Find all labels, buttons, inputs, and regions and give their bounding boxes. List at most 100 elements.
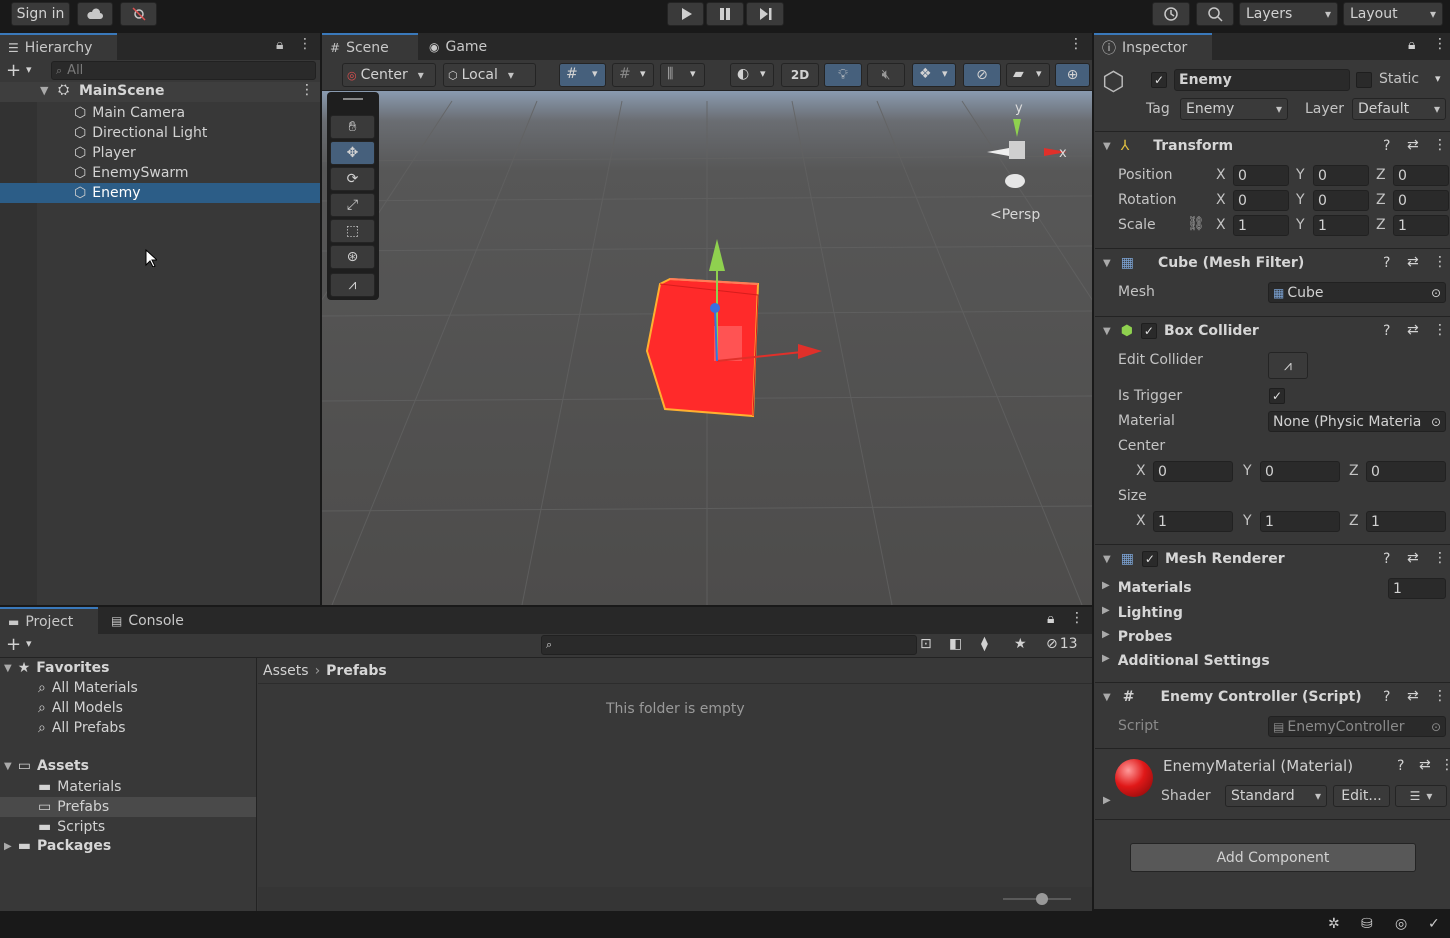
rotation-x-field[interactable]: 0 bbox=[1233, 190, 1289, 211]
search-icon[interactable] bbox=[1196, 2, 1234, 26]
position-x-field[interactable]: 0 bbox=[1233, 165, 1289, 186]
center-z-field[interactable]: 0 bbox=[1366, 461, 1446, 482]
layer-dropdown[interactable]: Default bbox=[1352, 98, 1446, 120]
rotate-tool[interactable]: ⟳ bbox=[330, 167, 375, 191]
grid-snap-button[interactable]: # ▾ bbox=[559, 63, 606, 87]
link-icon[interactable]: ⛓︎ bbox=[1187, 216, 1205, 232]
hand-tool[interactable]: ✋︎ bbox=[330, 115, 375, 139]
more-icon[interactable]: ⋮ bbox=[1433, 254, 1447, 270]
center-x-field[interactable]: 0 bbox=[1153, 461, 1233, 482]
preset-icon[interactable]: ⇄ bbox=[1419, 757, 1431, 773]
additional-settings-foldout[interactable]: ▶ Additional Settings bbox=[1102, 653, 1270, 669]
add-icon[interactable]: + bbox=[6, 60, 21, 81]
search-scope-icon[interactable]: ⊡ bbox=[920, 636, 932, 652]
collab-icon[interactable] bbox=[120, 2, 157, 26]
probes-foldout[interactable]: ▶ Probes bbox=[1102, 629, 1172, 645]
scale-axis-label[interactable]: Y bbox=[1296, 217, 1305, 233]
tab-inspector[interactable]: ⓘ Inspector bbox=[1094, 33, 1212, 60]
preset-icon[interactable]: ⇄ bbox=[1407, 254, 1419, 270]
chevron-down-icon[interactable]: ▾ bbox=[1435, 72, 1441, 85]
tree-item-directional-light[interactable]: ⬡ Directional Light bbox=[74, 123, 207, 143]
physic-material-field[interactable]: None (Physic Materia ⊙ bbox=[1268, 411, 1446, 432]
rotation-y-field[interactable]: 0 bbox=[1313, 190, 1369, 211]
scale-x-field[interactable]: 1 bbox=[1233, 215, 1289, 236]
rotation-axis-label[interactable]: Y bbox=[1296, 192, 1305, 208]
center-axis-label[interactable]: Z bbox=[1349, 463, 1359, 479]
help-icon[interactable]: ? bbox=[1383, 689, 1390, 705]
position-axis-label[interactable]: Z bbox=[1376, 167, 1386, 183]
more-icon[interactable]: ⋮ bbox=[1070, 610, 1084, 626]
materials-count-field[interactable]: 1 bbox=[1388, 578, 1446, 599]
drag-handle[interactable] bbox=[343, 98, 363, 100]
more-icon[interactable]: ⋮ bbox=[1433, 322, 1447, 338]
tag-icon[interactable]: ⧫ bbox=[981, 636, 988, 652]
size-axis-label[interactable]: Y bbox=[1243, 513, 1252, 529]
hidden-packages-toggle[interactable]: ⊘ 13 bbox=[1046, 636, 1078, 652]
tab-scene[interactable]: # Scene bbox=[322, 33, 418, 60]
lock-icon[interactable]: 🔒︎ bbox=[1047, 611, 1054, 627]
gizmos-button[interactable]: ⊕ bbox=[1055, 63, 1090, 87]
lock-icon[interactable]: 🔒︎ bbox=[276, 37, 283, 53]
sign-in-button[interactable]: Sign in bbox=[11, 2, 70, 26]
layers-dropdown[interactable]: Layers bbox=[1239, 2, 1338, 26]
favorites-foldout[interactable]: ▼ ★ Favorites bbox=[4, 658, 109, 678]
edit-collider-tool[interactable]: ⩘ bbox=[330, 273, 375, 297]
scene-viewport[interactable]: ✋︎ ✥ ⟳ ⤢ ⬚ ⊛ ⩘ y x <Persp bbox=[322, 91, 1092, 605]
size-z-field[interactable]: 1 bbox=[1366, 511, 1446, 532]
folder-prefabs-selected[interactable]: ▭ Prefabs bbox=[0, 797, 256, 817]
object-picker-icon[interactable]: ⊙ bbox=[1431, 415, 1441, 429]
help-icon[interactable]: ? bbox=[1383, 551, 1390, 567]
lock-icon[interactable]: 🔒︎ bbox=[1408, 37, 1415, 53]
step-button[interactable] bbox=[746, 2, 784, 26]
materials-foldout[interactable]: ▶ Materials bbox=[1102, 580, 1192, 596]
lighting-foldout[interactable]: ▶ Lighting bbox=[1102, 605, 1183, 621]
help-icon[interactable]: ? bbox=[1383, 323, 1390, 339]
tag-dropdown[interactable]: Enemy bbox=[1180, 98, 1288, 120]
scene-row[interactable]: ▼ ⛭ MainScene ⋮ bbox=[0, 82, 320, 102]
position-axis-label[interactable]: Y bbox=[1296, 167, 1305, 183]
center-y-field[interactable]: 0 bbox=[1260, 461, 1340, 482]
static-checkbox[interactable] bbox=[1356, 72, 1372, 88]
play-button[interactable] bbox=[667, 2, 704, 26]
more-icon[interactable]: ⋮ bbox=[1433, 137, 1447, 153]
position-z-field[interactable]: 0 bbox=[1393, 165, 1449, 186]
is-trigger-checkbox[interactable]: ✓ bbox=[1269, 388, 1285, 404]
cloud-icon[interactable] bbox=[77, 2, 113, 26]
chevron-down-icon[interactable]: ▾ bbox=[26, 637, 32, 650]
favorite-all-models[interactable]: ⌕ All Models bbox=[38, 698, 123, 718]
help-icon[interactable]: ? bbox=[1383, 255, 1390, 271]
effects-button[interactable]: ❖ ▾ bbox=[912, 63, 956, 87]
edit-shader-button[interactable]: Edit... bbox=[1333, 785, 1390, 807]
chevron-down-icon[interactable]: ▾ bbox=[26, 63, 32, 76]
breadcrumb-assets[interactable]: Assets bbox=[263, 663, 309, 679]
debug-icon[interactable]: ✲ bbox=[1328, 916, 1340, 932]
size-axis-label[interactable]: X bbox=[1136, 513, 1146, 529]
help-icon[interactable]: ? bbox=[1383, 138, 1390, 154]
more-icon[interactable]: ⋮ bbox=[298, 36, 312, 52]
favorite-all-prefabs[interactable]: ⌕ All Prefabs bbox=[38, 718, 126, 738]
more-icon[interactable]: ⋮ bbox=[300, 82, 314, 98]
draw-mode-button[interactable]: ◐ ▾ bbox=[730, 63, 774, 87]
add-component-button[interactable]: Add Component bbox=[1130, 843, 1416, 872]
shader-options-dropdown[interactable]: ☰ bbox=[1395, 785, 1447, 807]
cache-server-icon[interactable]: ⛁ bbox=[1361, 916, 1373, 932]
hierarchy-search-input[interactable]: ⌕ All bbox=[51, 61, 316, 80]
active-checkbox[interactable]: ✓ bbox=[1151, 72, 1167, 88]
orientation-gizmo[interactable]: y x bbox=[977, 97, 1077, 195]
tab-project[interactable]: ▬ Project bbox=[0, 607, 98, 634]
rotation-axis-label[interactable]: X bbox=[1216, 192, 1226, 208]
center-axis-label[interactable]: Y bbox=[1243, 463, 1252, 479]
favorite-all-materials[interactable]: ⌕ All Materials bbox=[38, 678, 138, 698]
assets-foldout[interactable]: ▼ ▭ Assets bbox=[4, 756, 89, 776]
more-icon[interactable]: ⋮ bbox=[1440, 757, 1450, 773]
breadcrumb-prefabs[interactable]: Prefabs bbox=[326, 663, 387, 679]
audio-toggle[interactable]: 🔇︎ bbox=[867, 63, 905, 87]
script-header[interactable]: ▼ # Enemy Controller (Script) ? ⇄ ⋮ bbox=[1095, 682, 1450, 711]
more-icon[interactable]: ⋮ bbox=[1433, 550, 1447, 566]
lighting-toggle[interactable]: 💡︎ bbox=[824, 63, 862, 87]
object-name-field[interactable]: Enemy bbox=[1174, 69, 1350, 91]
2d-toggle[interactable]: 2D bbox=[781, 63, 819, 87]
size-axis-label[interactable]: Z bbox=[1349, 513, 1359, 529]
tab-hierarchy[interactable]: ☰ Hierarchy bbox=[0, 33, 117, 60]
preset-icon[interactable]: ⇄ bbox=[1407, 322, 1419, 338]
